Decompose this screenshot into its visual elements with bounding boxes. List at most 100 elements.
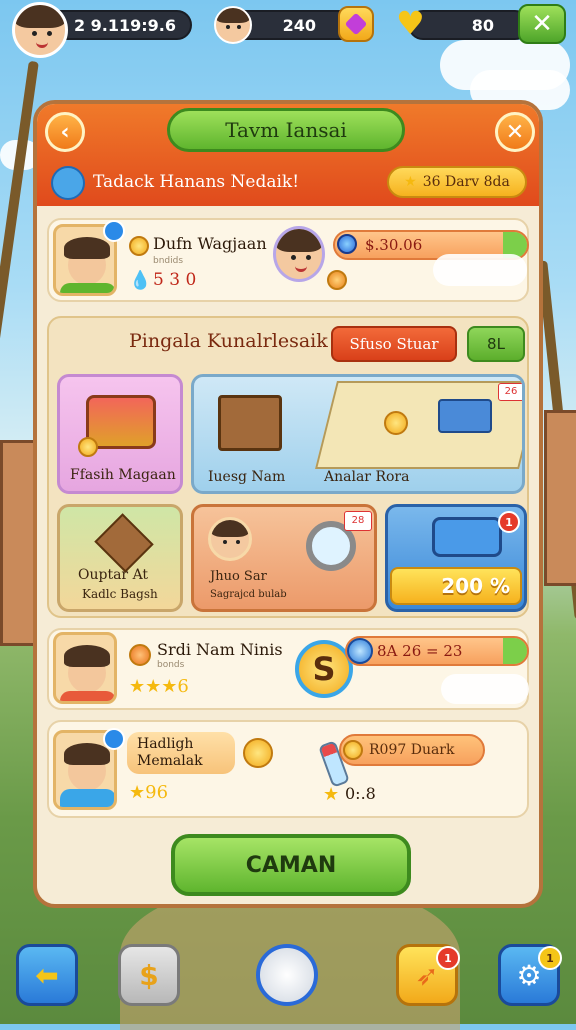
notification-badge: 1	[436, 946, 460, 970]
event-tile-camp[interactable]: Ouptar At Kadlc Bagsh	[57, 504, 183, 612]
row-amount: 8A 26 = 23	[377, 642, 463, 660]
shield-icon	[337, 234, 357, 254]
bonus-percent-pill: 200 %	[390, 567, 522, 605]
gem-icon	[344, 12, 368, 36]
panel-title-text: Tavm Iansai	[225, 118, 347, 142]
currency-2-value: 80	[471, 15, 494, 35]
event-tile-bonus[interactable]: 1 200 %	[385, 504, 527, 612]
tile-label: Iuesg Nam	[208, 469, 286, 485]
coin-icon	[384, 411, 408, 435]
home-nav-button[interactable]	[256, 944, 318, 1006]
cloud	[433, 254, 527, 286]
row-small-value: 0:.8	[345, 784, 376, 803]
tile-label: Ouptar At	[78, 567, 149, 583]
map-paper	[315, 381, 522, 469]
gift-box-icon	[438, 399, 492, 433]
camp-icon	[94, 513, 154, 573]
currency-1-value: 240	[282, 15, 316, 35]
tile-corner-badge-text: 26	[504, 386, 518, 397]
opponent-avatar	[273, 226, 325, 282]
notification-badge	[103, 728, 125, 750]
orange-icon	[327, 270, 347, 290]
mascot-icon	[51, 166, 85, 200]
notification-badge: 1	[538, 946, 562, 970]
bonus-percent: 200 %	[441, 574, 510, 598]
primary-cta-button[interactable]: CAMAN	[171, 834, 411, 896]
panel-subtitle: Tadack Hanans Nedaik!	[93, 172, 300, 192]
tile-corner-badge-text: 28	[351, 515, 365, 526]
event-green-button-label: 8L	[487, 335, 505, 353]
tile-label: Analar Rora	[324, 469, 410, 485]
list-item[interactable]: Hadligh Memalak ★96 R097 Duark ★ 0:.8	[47, 720, 529, 818]
chest-blue-icon	[432, 517, 502, 557]
event-tile-search[interactable]: Jhuo Sar Sagrajcd bulab 28	[191, 504, 377, 612]
coin-stack-icon	[243, 738, 273, 768]
list-item[interactable]: Srdi Nam Ninis bonds ★★★6 S 8A 26 = 23	[47, 628, 529, 710]
shop-bag-icon: $	[139, 958, 159, 992]
close-icon: ✕	[531, 9, 553, 39]
tile-sublabel: Kadlc Bagsh	[82, 587, 158, 601]
event-red-button[interactable]: Sfuso Stuar	[331, 326, 457, 362]
crate-icon	[218, 395, 282, 451]
row-detail: bonds	[157, 660, 185, 670]
coin-icon	[78, 437, 98, 457]
badge-text: 1	[546, 951, 554, 965]
blue-orb-icon	[347, 638, 373, 664]
heart-icon: ♥	[396, 4, 425, 42]
row-name: Hadligh Memalak	[137, 736, 203, 769]
list-item[interactable]: Dufn Wagjaan bndids 💧 5 3 0 $.30.06	[47, 218, 529, 302]
tile-corner-badge: 26	[498, 383, 522, 401]
row-stars: ★96	[129, 782, 169, 803]
event-section: Pingala Kunalrlesaik Sfuso Stuar 8L Ffas…	[47, 316, 529, 618]
badge-text: 1	[444, 951, 452, 965]
coin-icon	[343, 740, 363, 760]
row-name: Dufn Wagjaan	[153, 234, 267, 253]
tile-sublabel: Sagrajcd bulab	[210, 589, 287, 600]
badge-text: 1	[505, 515, 513, 529]
row-stars: ★★★6	[129, 676, 189, 697]
row-name: Srdi Nam Ninis	[157, 640, 283, 659]
arrow-left-icon: ⬅	[35, 958, 59, 992]
back-nav-button[interactable]: ⬅	[16, 944, 78, 1006]
row-pill-text: R097 Duark	[369, 742, 455, 758]
gear-icon: ⚙	[516, 958, 542, 992]
cloud	[441, 674, 529, 704]
house	[544, 410, 576, 586]
row-detail: bndids	[153, 256, 184, 266]
close-button[interactable]: ✕	[495, 112, 535, 152]
cta-label: CAMAN	[245, 852, 337, 878]
event-tile-treasure[interactable]: Ffasih Magaan	[57, 374, 183, 494]
gem-shop-button[interactable]	[338, 6, 374, 42]
rocket-icon: ➶	[415, 958, 439, 992]
event-green-button[interactable]: 8L	[467, 326, 525, 362]
reward-text: 36 Darv 8da	[422, 174, 510, 190]
add-currency-button[interactable]: ✕	[518, 4, 566, 44]
notification-badge	[103, 220, 125, 242]
shop-nav-button[interactable]: $	[118, 944, 180, 1006]
character-portrait	[53, 632, 117, 704]
star-icon: ★	[323, 784, 340, 805]
star-icon: ★	[404, 174, 417, 190]
close-icon: ✕	[505, 119, 525, 145]
panel-title: Tavm Iansai	[167, 108, 405, 152]
notification-badge: 1	[498, 511, 520, 533]
event-title: Pingala Kunalrlesaik	[129, 330, 328, 352]
tile-label: Ffasih Magaan	[70, 467, 176, 483]
water-drop-icon: 💧	[129, 270, 152, 291]
tile-label: Jhuo Sar	[210, 569, 267, 584]
event-red-button-label: Sfuso Stuar	[349, 335, 439, 353]
tile-corner-badge: 28	[344, 511, 372, 531]
reward-pill: ★ 36 Darv 8da	[387, 166, 527, 198]
friend-avatar[interactable]	[214, 6, 252, 44]
character-avatar	[208, 517, 252, 561]
orange-icon	[129, 644, 151, 666]
row-name-pill: Hadligh Memalak	[127, 732, 235, 774]
back-arrow-icon: ‹	[60, 119, 70, 145]
player-avatar[interactable]	[12, 2, 68, 58]
event-tile-map[interactable]: Iuesg Nam Analar Rora 26	[191, 374, 525, 494]
player-id-text: 2 9.1𝟭9:9.6	[73, 15, 176, 35]
row-value: 5 3 0	[153, 270, 197, 290]
row-amount: $.30.06	[365, 236, 423, 254]
coin-icon	[129, 236, 149, 256]
back-button[interactable]: ‹	[45, 112, 85, 152]
